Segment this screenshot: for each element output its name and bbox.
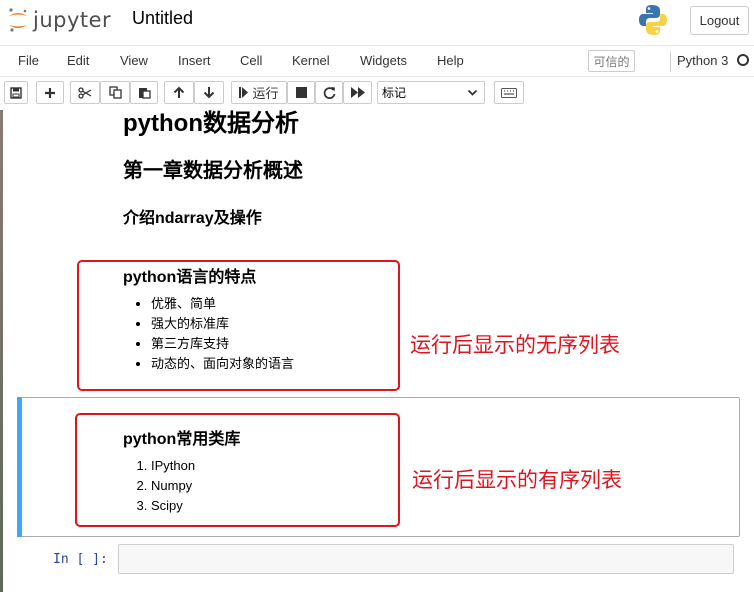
jupyter-logo[interactable]: jupyter: [7, 6, 111, 34]
kernel-status-icon: [737, 54, 749, 66]
cell-type-select[interactable]: 标记: [377, 81, 485, 104]
notebook-header: jupyter Untitled Logout: [0, 0, 754, 44]
menu-file[interactable]: File: [18, 53, 39, 68]
stop-icon: [295, 87, 307, 98]
menu-edit[interactable]: Edit: [67, 53, 89, 68]
plus-icon: [45, 87, 55, 98]
copy-button[interactable]: [100, 81, 130, 104]
keyboard-icon: [501, 87, 517, 98]
paste-button[interactable]: [130, 81, 158, 104]
chevron-down-icon: [467, 89, 478, 96]
annotation-ordered-note: 运行后显示的有序列表: [412, 469, 622, 492]
fast-forward-icon: [350, 87, 365, 98]
toolbar: 运行 标记: [0, 78, 754, 109]
cell-type-value: 标记: [382, 86, 407, 100]
jupyter-logo-icon: [9, 8, 27, 32]
heading-3: 介绍ndarray及操作: [123, 210, 262, 227]
menu-view[interactable]: View: [120, 53, 148, 68]
annotation-box-ordered: [75, 413, 400, 527]
notebook-container: python数据分析 第一章数据分析概述 介绍ndarray及操作 python…: [0, 110, 754, 592]
paste-icon: [138, 88, 151, 99]
kernel-separator: [670, 52, 671, 72]
arrow-down-icon: [203, 87, 215, 99]
code-cell-input[interactable]: [118, 544, 734, 574]
menu-widgets[interactable]: Widgets: [360, 53, 407, 68]
selected-cell-indicator: [17, 397, 22, 537]
trusted-indicator[interactable]: 可信的: [588, 50, 635, 72]
move-up-button[interactable]: [164, 81, 194, 104]
restart-button[interactable]: [315, 81, 343, 104]
logo-text: jupyter: [33, 8, 112, 32]
cut-icon: [78, 86, 92, 99]
input-prompt: In [ ]:: [53, 552, 108, 567]
kernel-name: Python 3: [677, 53, 729, 68]
command-palette-button[interactable]: [494, 81, 524, 104]
heading-1: python数据分析: [123, 110, 299, 137]
interrupt-button[interactable]: [287, 81, 315, 104]
cut-button[interactable]: [70, 81, 100, 104]
arrow-up-icon: [173, 86, 185, 98]
annotation-unordered-note: 运行后显示的无序列表: [410, 334, 620, 357]
move-down-button[interactable]: [194, 81, 224, 104]
heading-2: 第一章数据分析概述: [123, 160, 303, 182]
window-edge: [0, 110, 3, 592]
restart-run-all-button[interactable]: [343, 81, 372, 104]
insert-cell-button[interactable]: [36, 81, 64, 104]
copy-icon: [108, 86, 122, 99]
menu-cell[interactable]: Cell: [240, 53, 262, 68]
menu-help[interactable]: Help: [437, 53, 464, 68]
run-button[interactable]: 运行: [231, 81, 287, 104]
menubar: File Edit View Insert Cell Kernel Widget…: [0, 45, 754, 77]
run-icon: [239, 87, 249, 98]
menu-insert[interactable]: Insert: [178, 53, 211, 68]
logout-button[interactable]: Logout: [690, 6, 749, 35]
restart-icon: [323, 87, 335, 99]
notebook-title[interactable]: Untitled: [132, 8, 193, 29]
annotation-box-unordered: [77, 260, 400, 391]
save-icon: [10, 86, 22, 99]
run-label: 运行: [252, 86, 279, 101]
menu-kernel[interactable]: Kernel: [292, 53, 330, 68]
python-logo-icon: [639, 5, 667, 35]
save-button[interactable]: [4, 81, 28, 104]
